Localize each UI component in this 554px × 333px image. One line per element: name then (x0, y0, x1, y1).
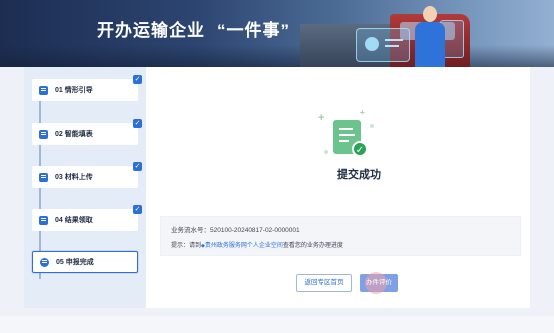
personal-space-link[interactable]: 贵州政务服务网个人企业空间 (205, 243, 283, 249)
header-banner: 开办运输企业 “一件事” (0, 0, 554, 67)
tip-line: 提示：请到◆贵州政务服务网个人企业空间查看您的业务办理进度 (171, 240, 343, 249)
check-icon: ✓ (133, 119, 142, 128)
step-item-guide[interactable]: 01 情形引导 ✓ (32, 75, 142, 101)
sparkle-icon: + (318, 112, 325, 124)
evaluate-button[interactable]: 办件评价 (360, 272, 398, 294)
step-item-result[interactable]: 04 结果领取 ✓ (32, 205, 142, 231)
check-icon: ✓ (133, 75, 142, 84)
step-label: 03 材料上传 (55, 174, 93, 181)
serial-number-line: 业务流水号：520100-20240817-02-0000001 (171, 224, 300, 234)
serial-value: 520100-20240817-02-0000001 (210, 227, 300, 234)
step-label: 04 结果领取 (55, 217, 93, 224)
main-panel: 01 情形引导 ✓ 02 智能填表 ✓ 03 材料上传 ✓ 04 结果领取 ✓ … (24, 67, 530, 308)
decor-dot (324, 150, 328, 154)
page-title-text: 开办运输企业 (97, 21, 205, 40)
banner-road-image (0, 45, 554, 67)
check-icon: ✓ (133, 205, 142, 214)
sparkle-icon: + (360, 108, 365, 117)
step-item-form[interactable]: 02 智能填表 ✓ (32, 119, 142, 145)
guide-icon (39, 85, 48, 95)
info-box: 业务流水号：520100-20240817-02-0000001 提示：请到◆贵… (160, 216, 521, 256)
page-title-quote: “一件事” (217, 21, 290, 40)
step-sidebar: 01 情形引导 ✓ 02 智能填表 ✓ 03 材料上传 ✓ 04 结果领取 ✓ … (24, 67, 146, 308)
decor-dot (370, 124, 374, 128)
tip-suffix: 查看您的业务办理进度 (282, 243, 343, 249)
form-icon (39, 129, 48, 139)
tip-prefix: 提示：请到 (171, 243, 202, 249)
result-icon (39, 215, 48, 225)
step-label: 02 智能填表 (55, 131, 93, 138)
check-icon: ✓ (133, 162, 142, 171)
step-item-complete[interactable]: 05 申报完成 (32, 251, 138, 273)
shield-icon (40, 257, 49, 267)
upload-icon (39, 172, 48, 182)
step-label: 05 申报完成 (56, 259, 94, 266)
success-check-icon: ✓ (352, 141, 368, 157)
success-title: 提交成功 (337, 169, 381, 181)
evaluate-button-label: 办件评价 (366, 279, 392, 286)
serial-label: 业务流水号： (171, 227, 210, 234)
step-label: 01 情形引导 (55, 87, 93, 94)
page-title: 开办运输企业 “一件事” (97, 16, 290, 41)
page-footer (0, 316, 554, 333)
hologram-card-icon (356, 28, 410, 62)
step-item-upload[interactable]: 03 材料上传 ✓ (32, 162, 142, 188)
return-home-button[interactable]: 返回专区首页 (296, 274, 352, 292)
person-illustration (410, 6, 450, 67)
